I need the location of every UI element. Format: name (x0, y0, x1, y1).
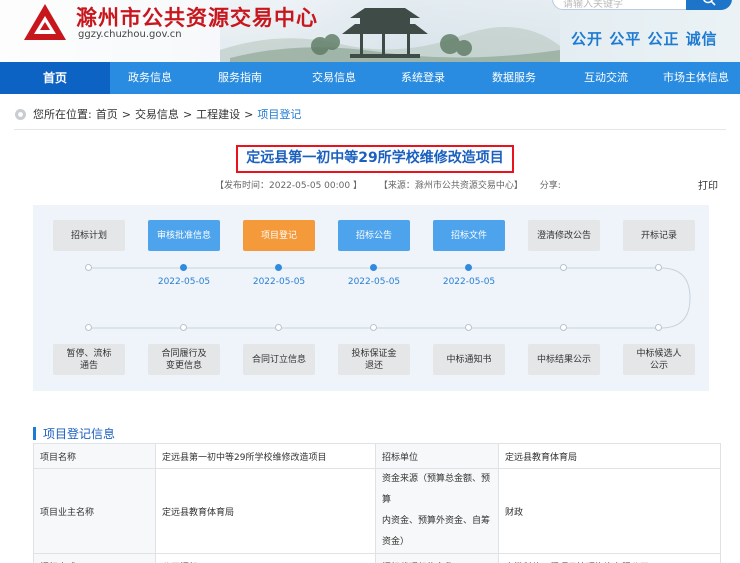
breadcrumb-current[interactable]: 项目登记 (257, 106, 301, 122)
step-candidate-announcement[interactable]: 中标候选人 公示 (623, 344, 695, 375)
step-bid-opening-record[interactable]: 开标记录 (623, 220, 695, 251)
field-value: 财政 (498, 468, 721, 554)
nav-item-market-entity[interactable]: 市场主体信息 (652, 62, 740, 94)
table-row: 项目名称 定远县第一初中等29所学校维修改造项目 招标单位 定远县教育体育局 (33, 443, 721, 469)
step-deposit-refund[interactable]: 投标保证金 退还 (338, 344, 410, 375)
field-value: 公开招标 (155, 553, 376, 563)
breadcrumb-separator: > (182, 107, 193, 121)
field-label: 招标方式 (33, 553, 156, 563)
table-row: 项目业主名称 定远县教育体育局 资金来源（预算总金额、预算 内资金、预算外资金、… (33, 468, 721, 554)
step-dot (560, 264, 567, 271)
nav-item-government-info[interactable]: 政务信息 (110, 62, 190, 94)
step-award-result[interactable]: 中标结果公示 (528, 344, 600, 375)
section-title-text: 项目登记信息 (43, 427, 116, 441)
field-value: 定远县第一初中等29所学校维修改造项目 (155, 443, 376, 469)
step-project-registration[interactable]: 项目登记 (243, 220, 315, 251)
field-label: 招标单位 (375, 443, 499, 469)
breadcrumb-home[interactable]: 首页 (96, 106, 118, 122)
site-slogan: 公开 公平 公正 诚信 (571, 30, 718, 48)
share-label[interactable]: 分享: (540, 181, 561, 191)
step-dot (85, 324, 92, 331)
article-source: 【来源：滁州市公共资源交易中心】 (378, 181, 523, 191)
step-approval-info[interactable]: 审核批准信息 (148, 220, 220, 251)
step-date: 2022-05-05 (347, 277, 401, 287)
step-dot (370, 324, 377, 331)
step-date: 2022-05-05 (157, 277, 211, 287)
search-input[interactable]: 请输入关键字 (552, 0, 687, 10)
step-dot-active (370, 264, 377, 271)
breadcrumb: 您所在位置: 首页 > 交易信息 > 工程建设 > 项目登记 (14, 106, 301, 122)
nav-item-interaction[interactable]: 互动交流 (560, 62, 652, 94)
step-bid-plan[interactable]: 招标计划 (53, 220, 125, 251)
breadcrumb-engineering[interactable]: 工程建设 (196, 106, 240, 122)
step-dot (275, 324, 282, 331)
breadcrumb-separator: > (244, 107, 254, 121)
nav-item-trade-info[interactable]: 交易信息 (290, 62, 378, 94)
step-label: 中标候选人 公示 (636, 348, 682, 371)
step-dot (655, 264, 662, 271)
step-tender-notice[interactable]: 招标公告 (338, 220, 410, 251)
step-dot (85, 264, 92, 271)
field-label: 项目业主名称 (33, 468, 156, 554)
nav-item-data-service[interactable]: 数据服务 (468, 62, 560, 94)
field-label: 资金来源（预算总金额、预算 内资金、预算外资金、自筹 资金） (375, 468, 499, 554)
step-dot (465, 324, 472, 331)
print-button[interactable]: 打印 (698, 177, 718, 192)
field-value: 定远县教育体育局 (155, 468, 376, 554)
nav-item-system-login[interactable]: 系统登录 (378, 62, 468, 94)
site-header: 滁州市公共资源交易中心 ggzy.chuzhou.gov.cn 请输入关键字 公… (0, 0, 740, 62)
article-title: 定远县第一初中等29所学校维修改造项目 (236, 145, 514, 173)
table-row: 招标方式 公开招标 招标代理机构名称 安徽科信工程项目管理咨询有限公司 (33, 553, 721, 563)
site-name: 滁州市公共资源交易中心 (76, 5, 318, 30)
section-title: 项目登记信息 (33, 425, 115, 442)
breadcrumb-separator: > (121, 107, 131, 121)
step-date: 2022-05-05 (252, 277, 306, 287)
step-label: 暂停、流标 通告 (66, 348, 112, 371)
step-label: 合同履行及 变更信息 (161, 348, 207, 371)
breadcrumb-trade-info[interactable]: 交易信息 (135, 106, 179, 122)
search-icon (703, 0, 716, 6)
step-contract-signing[interactable]: 合同订立信息 (243, 344, 315, 375)
step-contract-performance[interactable]: 合同履行及 变更信息 (148, 344, 220, 375)
site-logo-icon[interactable] (22, 2, 68, 42)
publish-time: 【发布时间：2022-05-05 00:00 】 (215, 181, 362, 191)
step-dot (560, 324, 567, 331)
site-domain: ggzy.chuzhou.gov.cn (78, 29, 182, 40)
field-label: 项目名称 (33, 443, 156, 469)
step-award-notice[interactable]: 中标通知书 (433, 344, 505, 375)
field-value: 定远县教育体育局 (498, 443, 721, 469)
article-meta: 【发布时间：2022-05-05 00:00 】 【来源：滁州市公共资源交易中心… (215, 178, 575, 191)
step-dot (180, 324, 187, 331)
registration-info-table: 项目名称 定远县第一初中等29所学校维修改造项目 招标单位 定远县教育体育局 项… (33, 443, 721, 563)
main-nav: 首页 政务信息 服务指南 交易信息 系统登录 数据服务 互动交流 市场主体信息 (0, 62, 740, 94)
step-dot (655, 324, 662, 331)
section-title-marker (33, 427, 36, 440)
step-label: 投标保证金 退还 (351, 348, 397, 371)
search-button[interactable] (686, 0, 732, 10)
breadcrumb-prefix: 您所在位置: (33, 108, 92, 121)
step-dot-active (275, 264, 282, 271)
nav-item-home[interactable]: 首页 (0, 62, 110, 94)
process-flow-panel: 招标计划 审核批准信息 项目登记 招标公告 招标文件 澄清修改公告 开标记录 2… (33, 205, 709, 391)
step-clarification-notice[interactable]: 澄清修改公告 (528, 220, 600, 251)
step-tender-documents[interactable]: 招标文件 (433, 220, 505, 251)
step-suspension-notice[interactable]: 暂停、流标 通告 (53, 344, 125, 375)
step-date: 2022-05-05 (442, 277, 496, 287)
field-value: 安徽科信工程项目管理咨询有限公司 (498, 553, 721, 563)
step-dot-active (465, 264, 472, 271)
step-dot-active (180, 264, 187, 271)
nav-item-service-guide[interactable]: 服务指南 (190, 62, 290, 94)
field-label: 招标代理机构名称 (375, 553, 499, 563)
breadcrumb-divider (14, 129, 726, 130)
location-pin-icon (15, 108, 26, 120)
